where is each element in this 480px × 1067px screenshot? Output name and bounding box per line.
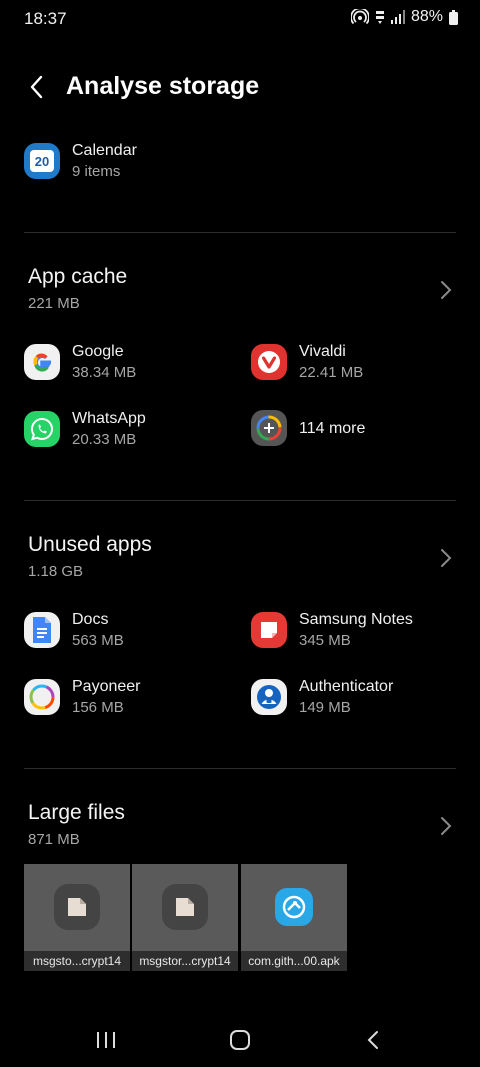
unused-app-item-samsung-notes[interactable]: Samsung Notes 345 MB [251,609,413,651]
app-size: 563 MB [72,632,124,649]
calendar-name: Calendar [72,142,137,159]
status-time: 18:37 [24,9,67,28]
large-file-thumbnail[interactable]: msgsto...crypt14 [24,864,130,971]
signal-icon [390,10,405,24]
app-size: 149 MB [299,699,351,716]
unused-app-item-docs[interactable]: Docs 563 MB [24,609,124,651]
app-name: Samsung Notes [299,611,413,628]
app-name: 114 more [299,419,366,437]
back-arrow-icon [30,75,43,99]
status-bar: 18:37 88% [0,0,480,36]
app-name: Docs [72,611,109,628]
file-icon [54,884,100,930]
app-cache-item-vivaldi[interactable]: Vivaldi 22.41 MB [251,341,363,383]
recent-apps-icon [97,1032,115,1048]
unused-apps-title: Unused apps [28,533,152,556]
chevron-right-icon [441,281,452,299]
back-nav-icon [367,1031,378,1049]
apk-icon [275,888,313,926]
page-title: Analyse storage [66,72,260,100]
recent-apps-button[interactable] [86,1026,126,1054]
file-name: msgsto...crypt14 [24,951,130,971]
large-file-thumbnail[interactable]: com.gith...00.apk [241,864,347,971]
chevron-right-icon [441,817,452,835]
app-name: Payoneer [72,678,141,695]
payoneer-icon [24,679,60,715]
divider [24,768,456,769]
app-cache-item-whatsapp[interactable]: WhatsApp 20.33 MB [24,408,146,450]
hotspot-icon [350,9,369,25]
calendar-size: 9 items [72,163,121,180]
app-cache-title: App cache [28,265,128,288]
whatsapp-icon [24,411,60,447]
title-bar: Analyse storage [0,60,480,116]
app-cache-header[interactable]: App cache 221 MB [0,265,480,325]
home-icon [230,1030,250,1050]
divider [24,232,456,233]
large-files-size: 871 MB [28,831,80,848]
unused-app-item-authenticator[interactable]: Authenticator 149 MB [251,676,393,718]
app-name: WhatsApp [72,410,146,427]
docs-icon [24,612,60,648]
status-icons: 88% [350,8,458,26]
back-button[interactable] [22,72,52,102]
app-size: 22.41 MB [299,364,364,381]
more-apps-icon [251,410,287,446]
unused-apps-header[interactable]: Unused apps 1.18 GB [0,533,480,593]
calendar-item[interactable]: 20 Calendar 9 items [24,140,137,182]
calendar-icon: 20 [24,143,60,179]
app-size: 20.33 MB [72,431,137,448]
navigation-bar [0,1012,480,1067]
calendar-date-text: 20 [30,150,54,172]
network-type-icon [375,11,384,24]
app-cache-size: 221 MB [28,295,80,312]
app-cache-item-google[interactable]: Google 38.34 MB [24,341,136,383]
file-icon [162,884,208,930]
samsung-notes-icon [251,612,287,648]
unused-app-item-payoneer[interactable]: Payoneer 156 MB [24,676,141,718]
app-size: 156 MB [72,699,124,716]
app-size: 38.34 MB [72,364,137,381]
file-name: msgstor...crypt14 [132,951,238,971]
battery-icon [449,9,458,25]
unused-apps-size: 1.18 GB [28,563,84,580]
app-name: Google [72,343,124,360]
back-nav-button[interactable] [354,1026,394,1054]
app-cache-item-more[interactable]: 114 more [251,410,365,446]
battery-percentage: 88% [410,8,443,25]
vivaldi-icon [251,344,287,380]
google-icon [24,344,60,380]
app-name: Vivaldi [299,343,346,360]
divider [24,500,456,501]
large-file-thumbnail[interactable]: msgstor...crypt14 [132,864,238,971]
large-files-header[interactable]: Large files 871 MB [0,801,480,861]
file-name: com.gith...00.apk [241,951,347,971]
home-button[interactable] [220,1026,260,1054]
authenticator-icon [251,679,287,715]
app-size: 345 MB [299,632,351,649]
app-name: Authenticator [299,678,394,695]
large-files-title: Large files [28,801,125,824]
chevron-right-icon [441,549,452,567]
